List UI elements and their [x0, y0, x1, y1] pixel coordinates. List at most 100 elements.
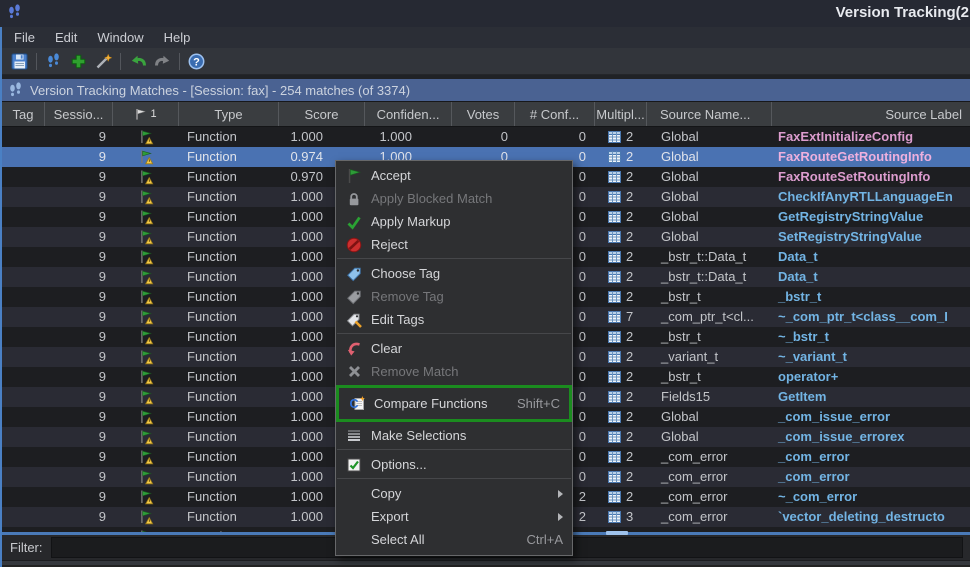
- cell-type: Function: [179, 387, 279, 407]
- column-header-sessio[interactable]: Sessio...: [45, 102, 113, 126]
- menu-item-options[interactable]: Options...: [336, 453, 572, 476]
- menu-item-remove-match[interactable]: Remove Match: [336, 360, 572, 383]
- menu-item-apply-markup[interactable]: Apply Markup: [336, 210, 572, 233]
- sort-flag-icon: [134, 108, 147, 121]
- wizard-button[interactable]: [91, 50, 116, 73]
- menu-item-label: Clear: [371, 341, 563, 356]
- cell-source-label: Data_t: [772, 247, 970, 267]
- menu-item-choose-tag[interactable]: Choose Tag: [336, 262, 572, 285]
- menu-item-clear[interactable]: Clear: [336, 337, 572, 360]
- cell-tag: [2, 287, 45, 307]
- toolbar-separator: [120, 53, 121, 70]
- menu-item-compare-functions[interactable]: CCompare FunctionsShift+C: [339, 392, 569, 415]
- column-header-score[interactable]: Score: [279, 102, 365, 126]
- blank-icon: [345, 531, 363, 548]
- save-button[interactable]: [7, 50, 32, 73]
- column-header-label: Source Label: [885, 107, 962, 122]
- menu-help[interactable]: Help: [154, 27, 201, 48]
- panel-title: Version Tracking Matches - [Session: fax…: [30, 83, 410, 98]
- menu-item-label: Options...: [371, 457, 563, 472]
- menu-item-label: Select All: [371, 532, 517, 547]
- cell-type: Function: [179, 347, 279, 367]
- column-header-status[interactable]: 1: [113, 102, 179, 126]
- menu-item-reject[interactable]: Reject: [336, 233, 572, 256]
- cell-source-name: _com_error: [647, 487, 772, 507]
- multiple-count: 2: [626, 387, 633, 407]
- status-strip: [0, 560, 970, 567]
- cell-type: Function: [179, 207, 279, 227]
- menu-item-label: Make Selections: [371, 428, 563, 443]
- cell-source-name: _variant_t: [647, 347, 772, 367]
- column-header-conf[interactable]: # Conf...: [515, 102, 595, 126]
- cell-type: Function: [179, 447, 279, 467]
- column-header-sourcename[interactable]: Source Name...: [647, 102, 772, 126]
- cell-type: Function: [179, 367, 279, 387]
- cell-type: Function: [179, 227, 279, 247]
- cell-type: Function: [179, 407, 279, 427]
- cell-source-name: _com_error: [647, 447, 772, 467]
- cell-source-name: _com_error: [647, 467, 772, 487]
- column-header-tag[interactable]: Tag: [2, 102, 45, 126]
- add-session-button[interactable]: [66, 50, 91, 73]
- compare-icon: C: [348, 395, 366, 412]
- footprints-button[interactable]: [41, 50, 66, 73]
- menu-item-make-selections[interactable]: Make Selections: [336, 424, 572, 447]
- cell-session: 9: [45, 507, 113, 527]
- table-row[interactable]: 9Function1.0001.000002GlobalFaxExtInitia…: [2, 127, 970, 147]
- match-flag-warning-icon: [138, 289, 154, 306]
- menu-item-remove-tag[interactable]: Remove Tag: [336, 285, 572, 308]
- column-header-confiden[interactable]: Confiden...: [365, 102, 452, 126]
- cell-type: Function: [179, 327, 279, 347]
- cell-source-name: Global: [647, 227, 772, 247]
- cell-type: Function: [179, 507, 279, 527]
- cell-status: [113, 327, 179, 347]
- cell-multiple: 2: [595, 427, 647, 447]
- cell-multiple: 2: [595, 347, 647, 367]
- cell-session: 9: [45, 387, 113, 407]
- footprints-icon: [46, 53, 61, 69]
- cell-status: [113, 347, 179, 367]
- cell-conflict-count: 0: [515, 127, 595, 147]
- multi-match-table-icon: [608, 211, 621, 223]
- column-header-votes[interactable]: Votes: [452, 102, 515, 126]
- help-button[interactable]: ?: [184, 50, 209, 73]
- cell-multiple: 2: [595, 467, 647, 487]
- cell-source-label: Data_t: [772, 267, 970, 287]
- cell-multiple: 2: [595, 227, 647, 247]
- blank-icon: [345, 508, 363, 525]
- cell-status: [113, 287, 179, 307]
- match-flag-warning-icon: [138, 389, 154, 406]
- cell-source-name: _bstr_t: [647, 287, 772, 307]
- cell-multiple: 7: [595, 307, 647, 327]
- wand-icon: [95, 53, 112, 70]
- column-header-sourcelabel[interactable]: Source Label: [772, 102, 970, 126]
- menu-item-select-all[interactable]: Select AllCtrl+A: [336, 528, 572, 551]
- column-header-type[interactable]: Type: [179, 102, 279, 126]
- menu-window[interactable]: Window: [87, 27, 153, 48]
- redo-button[interactable]: [150, 50, 175, 73]
- cell-status: [113, 307, 179, 327]
- column-header-multipl[interactable]: Multipl...: [595, 102, 647, 126]
- undo-icon: [129, 53, 147, 69]
- cell-tag: [2, 147, 45, 167]
- menu-item-edit-tags[interactable]: Edit Tags: [336, 308, 572, 331]
- menu-file[interactable]: File: [4, 27, 45, 48]
- tag_edit-icon: [345, 311, 363, 328]
- cell-multiple: 2: [595, 387, 647, 407]
- cell-tag: [2, 467, 45, 487]
- multi-match-table-icon: [608, 511, 621, 523]
- multiple-count: 2: [626, 487, 633, 507]
- toolbar: ?: [2, 48, 970, 75]
- cell-status: [113, 187, 179, 207]
- menu-item-apply-blocked-match[interactable]: Apply Blocked Match: [336, 187, 572, 210]
- cell-status: [113, 427, 179, 447]
- multi-match-table-icon: [608, 471, 621, 483]
- menu-item-export[interactable]: Export: [336, 505, 572, 528]
- menu-item-accept[interactable]: Accept: [336, 164, 572, 187]
- matches-panel-titlebar[interactable]: Version Tracking Matches - [Session: fax…: [2, 79, 970, 101]
- menu-item-copy[interactable]: Copy: [336, 482, 572, 505]
- multiple-count: 2: [626, 267, 633, 287]
- undo-button[interactable]: [125, 50, 150, 73]
- menu-edit[interactable]: Edit: [45, 27, 87, 48]
- cell-source-label: FaxExtInitializeConfig: [772, 127, 970, 147]
